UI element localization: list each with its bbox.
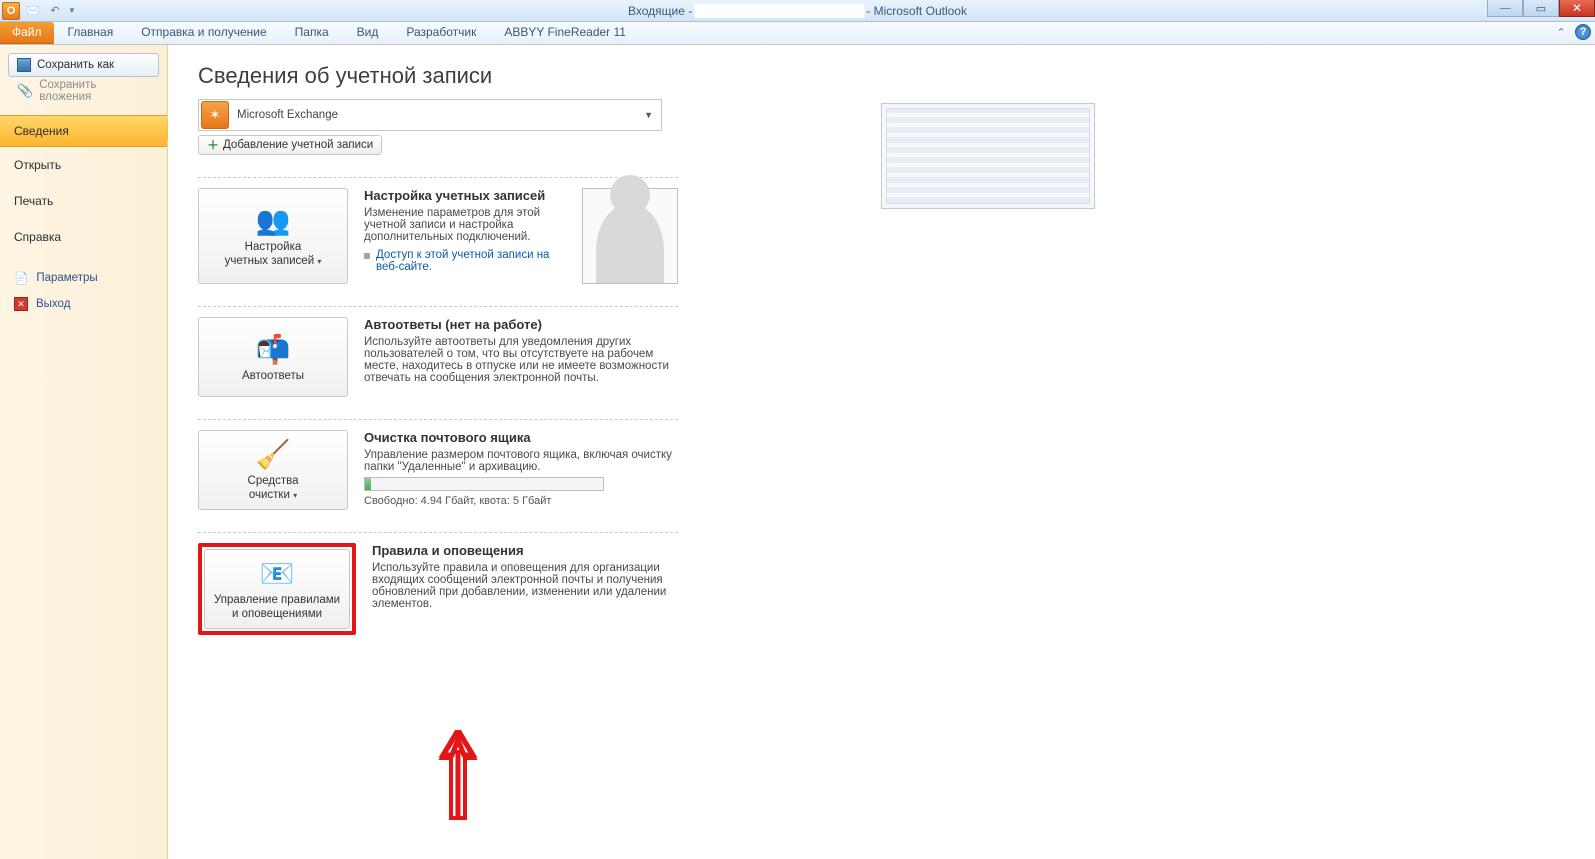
options-icon: 📄: [14, 271, 28, 285]
save-as-label: Сохранить как: [37, 59, 114, 71]
account-settings-button[interactable]: 👥 Настройка учетных записей ▾: [198, 188, 348, 284]
nav-info-label: Сведения: [14, 124, 69, 138]
rules-btn-line1: Управление правилами: [214, 594, 340, 606]
backstage-content: Сведения об учетной записи ✶ Microsoft E…: [168, 45, 1595, 859]
title-redacted: [694, 4, 864, 18]
chevron-down-icon: ▾: [317, 257, 321, 266]
nav-options-label: Параметры: [36, 272, 97, 284]
save-attachments-button: 📎 Сохранить вложения: [8, 79, 159, 103]
dropdown-arrow-icon: ▼: [644, 110, 653, 120]
save-icon: [17, 58, 31, 72]
avatar-icon: [596, 203, 664, 283]
save-as-button[interactable]: Сохранить как: [8, 53, 159, 77]
btn-account-line1: Настройка: [245, 241, 302, 253]
title-inbox-label: Входящие -: [628, 4, 692, 18]
nav-exit-label: Выход: [36, 298, 70, 310]
avatar-placeholder: [582, 188, 678, 284]
chevron-down-icon: ▾: [293, 491, 297, 500]
preview-image: [886, 108, 1090, 204]
auto-replies-heading: Автоответы (нет на работе): [364, 317, 678, 332]
save-attach-label: Сохранить вложения: [39, 79, 150, 103]
title-app-name: - Microsoft Outlook: [866, 4, 967, 18]
account-settings-text: Изменение параметров для этой учетной за…: [364, 207, 556, 243]
collapse-ribbon-icon[interactable]: ⌃: [1553, 24, 1569, 40]
close-button[interactable]: ✕: [1559, 0, 1595, 17]
qat-undo-icon[interactable]: ↶: [46, 2, 64, 20]
mail-preview-thumbnail: [881, 103, 1095, 209]
rules-btn-line2: и оповещениями: [232, 608, 322, 620]
rules-heading: Правила и оповещения: [372, 543, 678, 558]
quota-text: Свободно: 4.94 Гбайт, квота: 5 Гбайт: [364, 495, 678, 507]
rules-icon: 📧: [260, 557, 295, 590]
mailbox-quota-bar: [364, 477, 604, 491]
page-title: Сведения об учетной записи: [198, 63, 1595, 89]
tab-abbyy[interactable]: ABBYY FineReader 11: [490, 22, 640, 44]
people-icon: 👥: [256, 204, 291, 237]
minimize-button[interactable]: —: [1487, 0, 1523, 17]
auto-replies-label: Автоответы: [242, 370, 304, 382]
btn-account-line2: учетных записей: [225, 255, 314, 267]
backstage-nav: Сохранить как 📎 Сохранить вложения Сведе…: [0, 45, 168, 859]
nav-open[interactable]: Открыть: [0, 147, 167, 183]
maximize-button[interactable]: ▭: [1523, 0, 1559, 17]
app-icon[interactable]: O: [2, 2, 20, 20]
attachment-icon: 📎: [17, 83, 33, 99]
nav-print[interactable]: Печать: [0, 183, 167, 219]
cleanup-line1: Средства: [248, 475, 299, 487]
plus-icon: ＋: [207, 139, 219, 151]
window-title: Входящие - - Microsoft Outlook: [628, 4, 967, 18]
cleanup-tools-button[interactable]: 🧹 Средства очистки ▾: [198, 430, 348, 510]
cleanup-desc: Очистка почтового ящика Управление разме…: [364, 430, 678, 510]
quick-access-toolbar: O ✉️ ↶ ▼: [0, 2, 76, 20]
bullet-icon: [364, 253, 370, 259]
nav-options[interactable]: 📄 Параметры: [0, 265, 167, 291]
account-selector[interactable]: ✶ Microsoft Exchange ▼: [198, 99, 662, 131]
help-icon[interactable]: ?: [1575, 24, 1591, 40]
tab-folder[interactable]: Папка: [281, 22, 343, 44]
quota-fill: [365, 478, 371, 490]
exit-icon: ✕: [14, 297, 28, 311]
account-settings-heading: Настройка учетных записей: [364, 188, 556, 203]
rules-desc: Правила и оповещения Используйте правила…: [372, 543, 678, 635]
add-account-button[interactable]: ＋ Добавление учетной записи: [198, 135, 382, 155]
section-cleanup: 🧹 Средства очистки ▾ Очистка почтового я…: [198, 419, 678, 510]
tab-send-receive[interactable]: Отправка и получение: [127, 22, 280, 44]
tab-file[interactable]: Файл: [0, 22, 54, 44]
tab-home[interactable]: Главная: [54, 22, 128, 44]
nav-help[interactable]: Справка: [0, 219, 167, 255]
nav-info[interactable]: Сведения: [0, 115, 167, 147]
broom-icon: 🧹: [256, 438, 291, 471]
auto-reply-icon: 📬: [256, 333, 291, 366]
web-access-link[interactable]: Доступ к этой учетной записи на веб-сайт…: [376, 249, 556, 273]
qat-dropdown-icon[interactable]: ▼: [68, 6, 76, 15]
nav-help-label: Справка: [14, 230, 61, 244]
nav-open-label: Открыть: [14, 158, 61, 172]
qat-send-receive-icon[interactable]: ✉️: [24, 2, 42, 20]
highlight-annotation: 📧 Управление правилами и оповещениями: [198, 543, 356, 635]
window-controls: — ▭ ✕: [1487, 0, 1595, 17]
tab-view[interactable]: Вид: [343, 22, 393, 44]
ribbon-tab-strip: Файл Главная Отправка и получение Папка …: [0, 22, 1595, 45]
arrow-annotation: [438, 730, 478, 820]
section-auto-replies: 📬 Автоответы Автоответы (нет на работе) …: [198, 306, 678, 397]
tab-developer[interactable]: Разработчик: [392, 22, 490, 44]
auto-replies-desc: Автоответы (нет на работе) Используйте а…: [364, 317, 678, 397]
exchange-icon: ✶: [201, 101, 229, 129]
auto-replies-button[interactable]: 📬 Автоответы: [198, 317, 348, 397]
cleanup-line2: очистки: [249, 489, 290, 501]
nav-print-label: Печать: [14, 194, 53, 208]
section-rules: 📧 Управление правилами и оповещениями Пр…: [198, 532, 678, 635]
rules-text: Используйте правила и оповещения для орг…: [372, 562, 678, 610]
auto-replies-text: Используйте автоответы для уведомления д…: [364, 336, 678, 384]
manage-rules-button[interactable]: 📧 Управление правилами и оповещениями: [204, 549, 350, 629]
nav-exit[interactable]: ✕ Выход: [0, 291, 167, 317]
title-bar: O ✉️ ↶ ▼ Входящие - - Microsoft Outlook …: [0, 0, 1595, 22]
section-account-settings: 👥 Настройка учетных записей ▾ Настройка …: [198, 177, 678, 284]
backstage: Сохранить как 📎 Сохранить вложения Сведе…: [0, 45, 1595, 859]
cleanup-text: Управление размером почтового ящика, вкл…: [364, 449, 678, 473]
add-account-label: Добавление учетной записи: [223, 139, 373, 151]
account-settings-desc: Настройка учетных записей Изменение пара…: [364, 188, 556, 284]
cleanup-heading: Очистка почтового ящика: [364, 430, 678, 445]
account-selected-label: Microsoft Exchange: [237, 109, 338, 121]
